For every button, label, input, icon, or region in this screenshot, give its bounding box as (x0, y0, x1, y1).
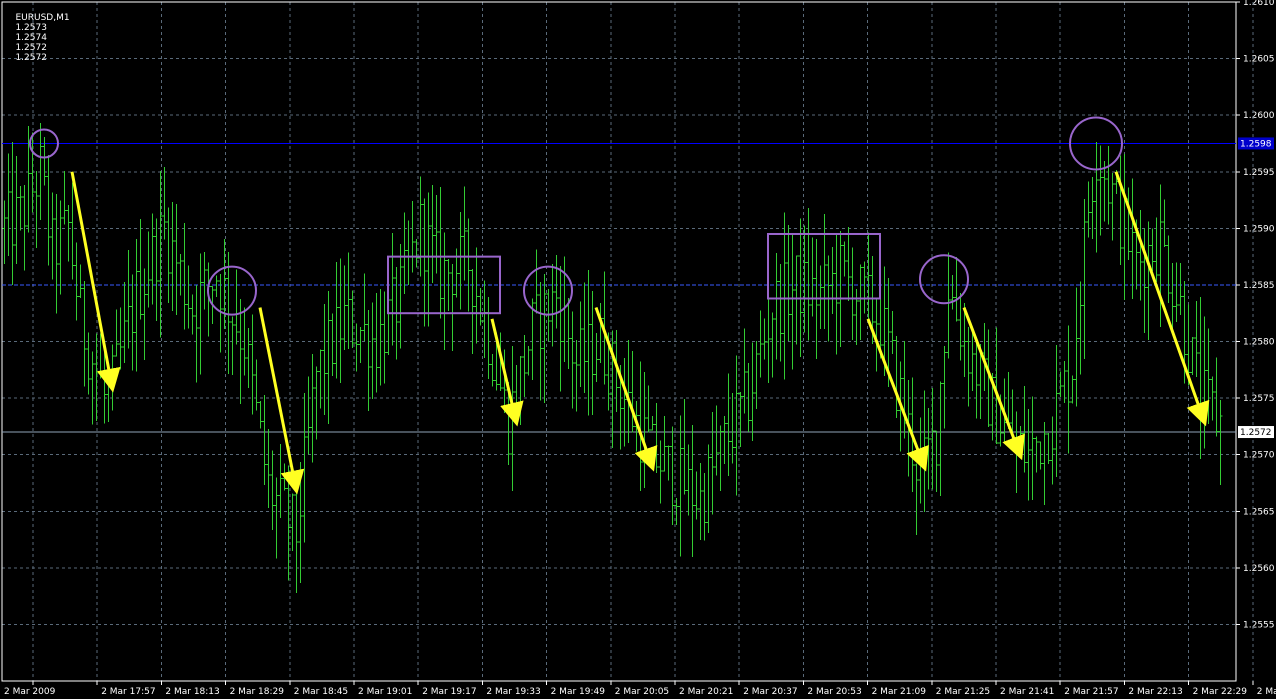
y-tick-label: 1.2600 (1243, 111, 1275, 121)
chart-window[interactable]: 1.2555 1.2560 1.2565 1.2570 1.2575 1.2580 1.25… (0, 0, 1276, 699)
y-tick-label: 1.2575 (1243, 394, 1275, 404)
symbol-title: EURUSD,M1 (15, 13, 70, 23)
y-tick-label: 1.2610 (1243, 0, 1275, 8)
x-tick-label: 2 Mar 18:29 (230, 687, 285, 697)
x-tick-label: 2 Mar 2009 (4, 687, 56, 697)
y-tick-label: 1.2605 (1243, 55, 1275, 65)
ohlc-high: 1.2574 (15, 33, 47, 43)
y-tick-label: 1.2570 (1243, 451, 1275, 461)
x-tick-label: 2 Mar 20:37 (743, 687, 797, 697)
y-tick-label: 1.2555 (1243, 620, 1275, 630)
ohlc-close: 1.2572 (15, 53, 47, 63)
x-tick-label: 2 Mar 21:57 (1064, 687, 1118, 697)
ohlc-open: 1.2573 (15, 23, 47, 33)
x-tick-label: 2 Mar 21:41 (1000, 687, 1054, 697)
x-tick-label: 2 Mar 22:29 (1193, 687, 1248, 697)
x-tick-label: 2 Mar 21:25 (936, 687, 990, 697)
x-tick-label: 2 Mar 22:45 (1257, 687, 1276, 697)
x-tick-label: 2 Mar 19:49 (551, 687, 606, 697)
x-tick-label: 2 Mar 19:17 (422, 687, 476, 697)
x-tick-label: 2 Mar 19:01 (358, 687, 412, 697)
y-tick-label: 1.2595 (1243, 168, 1275, 178)
y-tick-label: 1.2560 (1243, 564, 1275, 574)
y-tick-label: 1.2590 (1243, 224, 1275, 234)
x-tick-label: 2 Mar 17:57 (101, 687, 155, 697)
x-tick-label: 2 Mar 20:53 (807, 687, 861, 697)
x-tick-label: 2 Mar 20:21 (679, 687, 733, 697)
x-tick-label: 2 Mar 19:33 (486, 687, 540, 697)
y-tick-label: 1.2565 (1243, 507, 1275, 517)
price-label: 1.2598 (1240, 139, 1272, 149)
ohlc-low: 1.2572 (15, 43, 47, 53)
x-tick-label: 2 Mar 18:13 (165, 687, 219, 697)
x-tick-label: 2 Mar 21:09 (872, 687, 927, 697)
x-tick-label: 2 Mar 22:13 (1128, 687, 1182, 697)
symbol-info: EURUSD,M1 1.2573 1.2574 1.2572 1.2572 (4, 3, 70, 73)
x-tick-label: 2 Mar 18:45 (294, 687, 348, 697)
y-tick-label: 1.2580 (1243, 338, 1275, 348)
price-label: 1.2572 (1240, 428, 1272, 438)
price-chart[interactable]: 1.2555 1.2560 1.2565 1.2570 1.2575 1.2580 1.25… (0, 0, 1276, 699)
y-tick-label: 1.2585 (1243, 281, 1275, 291)
x-tick-label: 2 Mar 20:05 (615, 687, 669, 697)
